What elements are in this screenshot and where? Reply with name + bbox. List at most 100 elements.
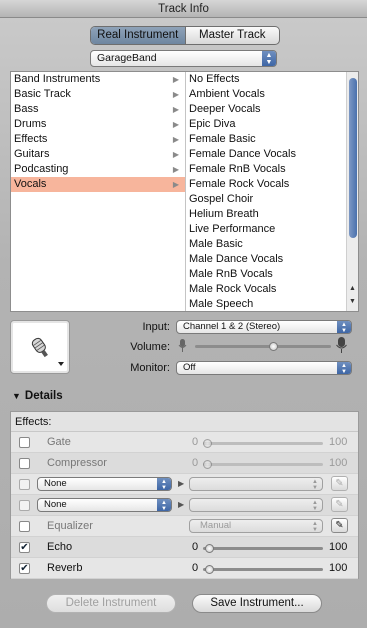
popup-arrows-icon: ▲ ▼ [262, 51, 276, 66]
preset-item[interactable]: Live Performance [187, 222, 347, 237]
details-header: Details [24, 390, 63, 402]
equalizer-checkbox[interactable] [19, 521, 30, 532]
preset-item[interactable]: Deeper Vocals [187, 102, 347, 117]
slot1-checkbox[interactable] [19, 479, 30, 490]
echo-checkbox[interactable]: ✔ [19, 542, 30, 553]
details-disclosure[interactable]: ▼ Details [12, 390, 63, 402]
slot2-edit-button[interactable]: ✎ [331, 497, 348, 512]
category-item[interactable]: Podcasting ▶ [11, 162, 185, 177]
preset-item[interactable]: Male Rock Vocals [187, 282, 347, 297]
slot1-effect-popup[interactable]: None ▲ ▼ [37, 477, 172, 491]
preset-item[interactable]: Helium Breath [187, 207, 347, 222]
preset-item[interactable]: Male Dance Vocals [187, 252, 347, 267]
category-item[interactable]: Effects ▶ [11, 132, 185, 147]
preset-item[interactable]: Epic Diva [187, 117, 347, 132]
category-list: Band Instruments ▶ Basic Track ▶ Bass ▶ Dru… [11, 72, 186, 311]
category-label: Guitars [14, 148, 50, 160]
effects-rows: Gate 0 100 Compressor 0 100 None ▲ ▼ ▶ ▲… [11, 432, 358, 579]
preset-item[interactable]: No Effects [187, 72, 347, 87]
input-popup[interactable]: Channel 1 & 2 (Stereo) ▲ ▼ [176, 320, 352, 334]
effects-panel: Effects: Gate 0 100 Compressor 0 100 Non… [10, 411, 359, 579]
category-item[interactable]: Band Instruments ▶ [11, 72, 185, 87]
slot1-preset-popup[interactable]: ▲ ▼ [189, 477, 323, 491]
gate-slider-knob[interactable] [203, 439, 212, 448]
volume-slider-knob[interactable] [269, 342, 278, 351]
scroll-down-arrow-icon[interactable]: ▼ [347, 298, 358, 305]
gate-slider[interactable] [203, 439, 323, 448]
popup-arrows-icon: ▲ ▼ [337, 321, 351, 333]
preset-item[interactable]: Female Dance Vocals [187, 147, 347, 162]
effect-row-equalizer: Equalizer Manual ▲ ▼ ✎ [11, 516, 358, 537]
echo-slider[interactable] [203, 544, 323, 553]
compressor-slider-knob[interactable] [203, 460, 212, 469]
disclosure-arrow-icon: ▶ [172, 105, 179, 114]
expand-arrow-icon[interactable]: ▶ [178, 479, 184, 488]
preset-item[interactable]: Ambient Vocals [187, 87, 347, 102]
effect-row-echo: ✔ Echo 0 100 [11, 537, 358, 558]
popup-arrows-icon: ▲ ▼ [312, 479, 318, 491]
reverb-slider[interactable] [203, 565, 323, 574]
track-info-panel: Real Instrument Master Track GarageBand … [0, 18, 367, 628]
compressor-max-label: 100 [329, 457, 348, 469]
popup-arrows-icon: ▲ ▼ [157, 478, 171, 490]
delete-instrument-button[interactable]: Delete Instrument [46, 594, 176, 613]
monitor-popup[interactable]: Off ▲ ▼ [176, 361, 352, 375]
disclosure-arrow-icon: ▶ [172, 75, 179, 84]
library-popup-label: GarageBand [97, 52, 157, 64]
category-label: Podcasting [14, 163, 69, 175]
category-item[interactable]: Guitars ▶ [11, 147, 185, 162]
category-item[interactable]: Bass ▶ [11, 102, 185, 117]
microphone-icon [31, 337, 64, 366]
save-instrument-button[interactable]: Save Instrument... [192, 594, 322, 613]
compressor-checkbox[interactable] [19, 458, 30, 469]
echo-max-label: 100 [329, 541, 348, 553]
category-label: Drums [14, 118, 47, 130]
equalizer-preset-popup[interactable]: Manual ▲ ▼ [189, 519, 323, 533]
preset-item[interactable]: Male Basic [187, 237, 347, 252]
equalizer-edit-button[interactable]: ✎ [331, 518, 348, 533]
scrollbar-thumb[interactable] [349, 78, 357, 238]
disclosure-arrow-icon: ▶ [172, 165, 179, 174]
reverb-min-label: 0 [192, 562, 199, 574]
slot1-edit-button[interactable]: ✎ [331, 476, 348, 491]
window-title: Track Info [0, 0, 367, 18]
slot2-checkbox[interactable] [19, 500, 30, 511]
slot1-effect-value: None [44, 478, 67, 489]
instrument-browser: Band Instruments ▶ Basic Track ▶ Bass ▶ Dru… [10, 71, 359, 312]
disclosure-arrow-icon: ▶ [172, 120, 179, 129]
echo-slider-knob[interactable] [205, 544, 214, 553]
scroll-up-arrow-icon[interactable]: ▲ [347, 285, 358, 292]
compressor-slider[interactable] [203, 460, 323, 469]
slot2-preset-popup[interactable]: ▲ ▼ [189, 498, 323, 512]
microphone-high-icon [336, 337, 347, 353]
instrument-icon-button[interactable] [10, 320, 70, 374]
preset-item[interactable]: Gospel Choir [187, 192, 347, 207]
preset-scrollbar[interactable]: ▲ ▼ [346, 72, 358, 311]
slot2-effect-popup[interactable]: None ▲ ▼ [37, 498, 172, 512]
preset-item[interactable]: Female RnB Vocals [187, 162, 347, 177]
gate-checkbox[interactable] [19, 437, 30, 448]
track-type-segmented-control: Real Instrument Master Track [90, 26, 280, 45]
preset-item[interactable]: Male Speech [187, 297, 347, 311]
microphone-low-icon [178, 339, 187, 352]
category-item[interactable]: Basic Track ▶ [11, 87, 185, 102]
preset-item[interactable]: Male RnB Vocals [187, 267, 347, 282]
gate-min-label: 0 [192, 436, 199, 448]
category-item-selected[interactable]: Vocals ▶ [11, 177, 185, 192]
monitor-label: Monitor: [130, 362, 170, 374]
segment-real-instrument[interactable]: Real Instrument [91, 27, 186, 44]
reverb-slider-knob[interactable] [205, 565, 214, 574]
effect-row-compressor: Compressor 0 100 [11, 453, 358, 474]
volume-slider[interactable] [195, 342, 331, 351]
input-label: Input: [142, 321, 170, 333]
popup-arrows-icon: ▲ ▼ [312, 500, 318, 512]
preset-item[interactable]: Female Basic [187, 132, 347, 147]
category-label: Vocals [14, 178, 47, 190]
expand-arrow-icon[interactable]: ▶ [178, 500, 184, 509]
preset-item[interactable]: Female Rock Vocals [187, 177, 347, 192]
reverb-checkbox[interactable]: ✔ [19, 563, 30, 574]
gate-max-label: 100 [329, 436, 348, 448]
category-item[interactable]: Drums ▶ [11, 117, 185, 132]
segment-master-track[interactable]: Master Track [186, 27, 280, 44]
library-popup[interactable]: GarageBand ▲ ▼ [90, 50, 277, 67]
